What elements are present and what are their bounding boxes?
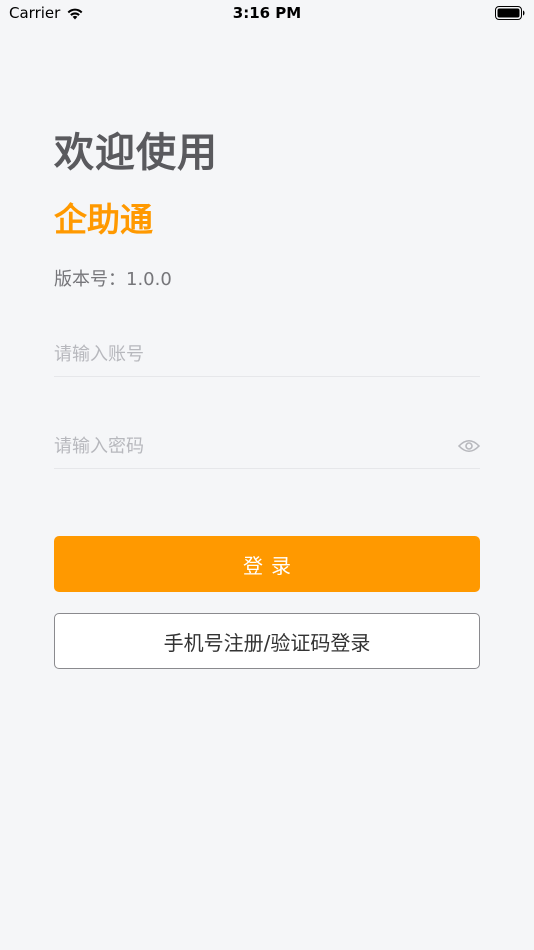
eye-icon[interactable]: [458, 438, 480, 454]
welcome-title: 欢迎使用: [54, 130, 218, 176]
password-field: [54, 424, 480, 469]
register-button[interactable]: 手机号注册/验证码登录: [54, 613, 480, 669]
battery-icon: [495, 6, 525, 20]
status-bar: Carrier 3:16 PM: [0, 0, 534, 28]
brand-name: 企助通: [54, 200, 153, 239]
account-field: [54, 332, 480, 377]
status-time: 3:16 PM: [232, 4, 302, 22]
login-button[interactable]: 登录: [54, 536, 480, 592]
password-input[interactable]: [54, 430, 444, 462]
account-input[interactable]: [54, 338, 444, 370]
login-screen: Carrier 3:16 PM 欢迎使用 企助通 版本号：1.0.0 登录 手机…: [0, 0, 534, 950]
version-label: 版本号：1.0.0: [54, 269, 172, 290]
